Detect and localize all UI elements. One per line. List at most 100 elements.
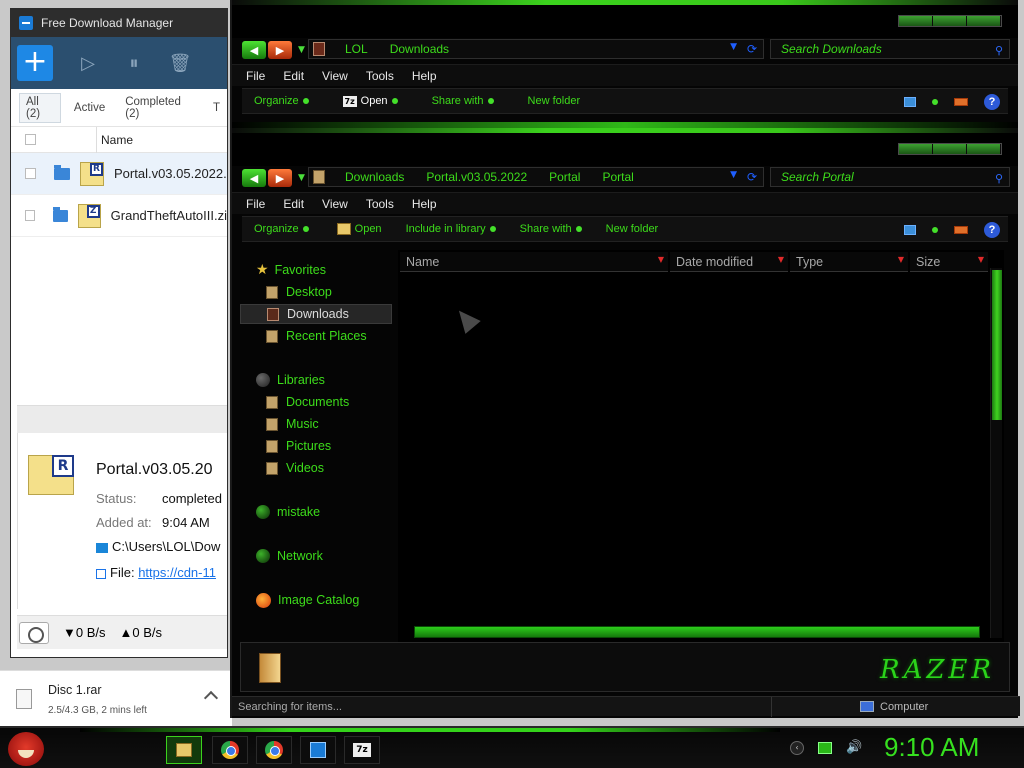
nav-mistake[interactable]: mistake: [240, 502, 392, 522]
forward-button[interactable]: ▶: [268, 169, 292, 187]
new-folder-button[interactable]: New folder: [528, 95, 581, 107]
preview-pane-icon[interactable]: [954, 98, 968, 106]
address-dropdown-icon[interactable]: ▼: [730, 42, 737, 52]
nav-music[interactable]: Music: [240, 414, 392, 434]
filter-completed[interactable]: Completed (2): [118, 93, 200, 123]
volume-icon[interactable]: 🔊: [846, 740, 862, 755]
address-dropdown-icon[interactable]: ▼: [730, 170, 737, 180]
chevron-up-icon[interactable]: [203, 690, 219, 706]
organize-button[interactable]: Organize: [254, 95, 309, 107]
column-type[interactable]: Type ▼: [790, 252, 908, 272]
download-row[interactable]: R Portal.v03.05.2022.: [11, 153, 227, 195]
filter-all[interactable]: All (2): [19, 92, 61, 123]
download-item-name[interactable]: Disc 1.rar: [48, 683, 101, 697]
column-size[interactable]: Size ▼: [910, 252, 988, 272]
column-name[interactable]: Name ▼: [400, 252, 668, 272]
minimize-button[interactable]: [899, 16, 933, 26]
forward-button[interactable]: ▶: [268, 41, 292, 59]
history-dropdown-icon[interactable]: ▼: [298, 173, 305, 183]
scrollbar-thumb[interactable]: [992, 270, 1002, 420]
history-dropdown-icon[interactable]: ▼: [298, 45, 305, 55]
address-bar[interactable]: Downloads Portal.v03.05.2022 Portal Port…: [308, 167, 764, 187]
details-path[interactable]: C:\Users\LOL\Dow: [96, 539, 220, 554]
menu-edit[interactable]: Edit: [283, 69, 304, 83]
taskbar-fdm[interactable]: [300, 736, 336, 764]
clock[interactable]: 9:10 AM: [884, 732, 979, 763]
add-download-button[interactable]: +: [17, 45, 53, 81]
show-hidden-icons-icon[interactable]: ‹: [790, 740, 804, 755]
address-bar[interactable]: LOL Downloads ▼ ⟳: [308, 39, 764, 59]
breadcrumb-item[interactable]: Portal.v03.05.2022: [426, 170, 527, 184]
share-with-button[interactable]: Share with: [520, 223, 582, 235]
menu-tools[interactable]: Tools: [366, 69, 394, 83]
open-button[interactable]: Open: [336, 223, 382, 235]
speed-limit-icon[interactable]: [19, 621, 49, 644]
filter-more[interactable]: T: [206, 99, 227, 117]
menu-view[interactable]: View: [322, 197, 348, 211]
nav-documents[interactable]: Documents: [240, 392, 392, 412]
breadcrumb-item[interactable]: LOL: [345, 42, 368, 56]
breadcrumb-item[interactable]: Downloads: [345, 170, 404, 184]
close-button[interactable]: [967, 16, 1001, 26]
minimize-button[interactable]: [899, 144, 933, 154]
nav-downloads[interactable]: Downloads: [240, 304, 392, 324]
select-all-checkbox[interactable]: [25, 134, 36, 145]
column-date-modified[interactable]: Date modified ▼: [670, 252, 788, 272]
folder-icon[interactable]: [53, 206, 69, 222]
menu-help[interactable]: Help: [412, 197, 437, 211]
breadcrumb-item[interactable]: Portal: [602, 170, 633, 184]
vertical-scrollbar[interactable]: [990, 268, 1002, 638]
pause-icon[interactable]: ⏸: [123, 52, 145, 74]
menu-help[interactable]: Help: [412, 69, 437, 83]
refresh-icon[interactable]: ⟳: [747, 42, 757, 56]
fdm-splitter[interactable]: [17, 405, 227, 433]
breadcrumb-item[interactable]: Portal: [549, 170, 580, 184]
search-input[interactable]: Search Downloads ⚲: [770, 39, 1010, 59]
file-list[interactable]: Name ▼ Date modified ▼ Type ▼ Size ▼: [398, 250, 1004, 642]
refresh-icon[interactable]: ⟳: [747, 170, 757, 184]
preview-pane-icon[interactable]: [954, 226, 968, 234]
back-button[interactable]: ◀: [242, 169, 266, 187]
row-checkbox[interactable]: [25, 168, 36, 179]
taskbar-chrome-2[interactable]: [256, 736, 292, 764]
back-button[interactable]: ◀: [242, 41, 266, 59]
share-with-button[interactable]: Share with: [432, 95, 494, 107]
network-status-icon[interactable]: [818, 741, 832, 754]
nav-favorites[interactable]: ★ Favorites: [240, 260, 392, 280]
help-icon[interactable]: ?: [984, 94, 1000, 110]
menu-edit[interactable]: Edit: [283, 197, 304, 211]
menu-file[interactable]: File: [246, 197, 265, 211]
horizontal-scrollbar[interactable]: [414, 626, 980, 638]
nav-pictures[interactable]: Pictures: [240, 436, 392, 456]
resume-icon[interactable]: ▷: [77, 52, 99, 74]
column-name[interactable]: Name: [96, 126, 133, 153]
file-link[interactable]: https://cdn-11: [138, 565, 216, 580]
nav-image-catalog[interactable]: Image Catalog: [240, 590, 392, 610]
nav-network[interactable]: Network: [240, 546, 392, 566]
taskbar-chrome[interactable]: [212, 736, 248, 764]
help-icon[interactable]: ?: [984, 222, 1000, 238]
change-view-icon[interactable]: [904, 97, 916, 107]
breadcrumb-item[interactable]: Downloads: [390, 42, 449, 56]
nav-desktop[interactable]: Desktop: [240, 282, 392, 302]
close-button[interactable]: [967, 144, 1001, 154]
menu-tools[interactable]: Tools: [366, 197, 394, 211]
new-folder-button[interactable]: New folder: [606, 223, 659, 235]
start-button[interactable]: [8, 732, 44, 766]
taskbar-7zip[interactable]: 7z: [344, 736, 380, 764]
row-checkbox[interactable]: [25, 210, 36, 221]
organize-button[interactable]: Organize: [254, 223, 309, 235]
change-view-icon[interactable]: [904, 225, 916, 235]
filter-active[interactable]: Active: [67, 99, 112, 117]
folder-icon[interactable]: [54, 164, 70, 180]
include-in-library-button[interactable]: Include in library: [406, 223, 496, 235]
download-row[interactable]: Z GrandTheftAutoIII.zi: [11, 195, 227, 237]
taskbar-explorer[interactable]: [166, 736, 202, 764]
delete-icon[interactable]: 🗑: [169, 52, 192, 74]
maximize-button[interactable]: [933, 16, 967, 26]
maximize-button[interactable]: [933, 144, 967, 154]
nav-libraries[interactable]: Libraries: [240, 370, 392, 390]
open-button[interactable]: 7z Open: [342, 95, 398, 107]
nav-recent-places[interactable]: Recent Places: [240, 326, 392, 346]
menu-file[interactable]: File: [246, 69, 265, 83]
